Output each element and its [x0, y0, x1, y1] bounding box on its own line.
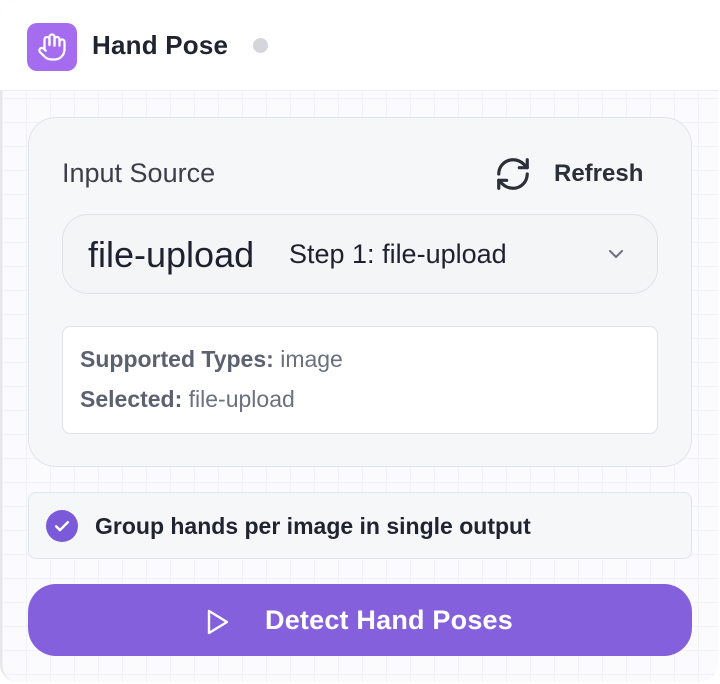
chevron-down-icon[interactable] [604, 242, 628, 266]
source-info-box [62, 326, 658, 434]
selected-value: file-upload [188, 386, 295, 412]
selected-label: Selected: [80, 386, 183, 412]
group-hands-checkbox[interactable] [46, 510, 78, 542]
play-icon [205, 608, 231, 636]
supported-types-label: Supported Types: [80, 346, 274, 372]
refresh-label[interactable]: Refresh [554, 160, 643, 188]
node-header: Hand Pose [0, 0, 718, 91]
selected-source-name: file-upload [88, 234, 255, 275]
input-source-label: Input Source [62, 158, 216, 188]
selected-source-line: Selected: file-upload [80, 386, 295, 413]
selected-source-step: Step 1: file-upload [289, 239, 507, 269]
status-indicator [253, 38, 268, 53]
check-icon [54, 521, 70, 532]
supported-types-line: Supported Types: image [80, 346, 343, 373]
detect-hand-poses-label[interactable]: Detect Hand Poses [265, 605, 513, 636]
refresh-icon [494, 155, 532, 193]
supported-types-value: image [280, 346, 343, 372]
group-hands-label[interactable]: Group hands per image in single output [95, 513, 531, 540]
node-title: Hand Pose [92, 30, 229, 60]
hand-icon [27, 23, 77, 71]
